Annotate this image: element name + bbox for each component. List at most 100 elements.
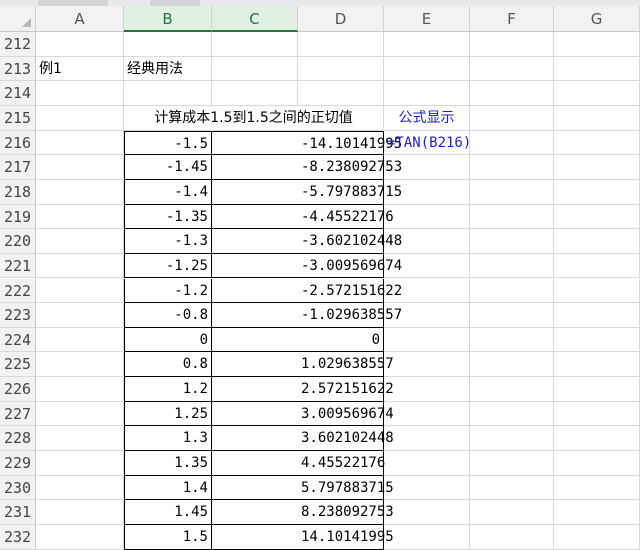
cell-a220[interactable] — [36, 229, 124, 254]
cell-g218[interactable] — [554, 179, 640, 205]
cell-g220[interactable] — [554, 229, 640, 254]
cell-b213[interactable]: 经典用法 — [124, 56, 212, 82]
cell-b219[interactable]: -1.35 — [124, 204, 212, 230]
cell-f222[interactable] — [470, 278, 554, 304]
cell-f213[interactable] — [470, 56, 554, 82]
cell-g216[interactable] — [554, 130, 640, 156]
cell-d213[interactable] — [298, 56, 384, 82]
cell-f216[interactable] — [470, 130, 554, 156]
cell-f229[interactable] — [470, 451, 554, 476]
cell-d227[interactable]: 3.009569674 — [298, 401, 394, 427]
cell-b215[interactable]: 计算成本1.5到1.5之间的正切值 — [124, 105, 384, 131]
cell-a219[interactable] — [36, 204, 124, 230]
cell-d212[interactable] — [298, 32, 384, 57]
cell-f230[interactable] — [470, 475, 554, 501]
cell-c217[interactable] — [212, 155, 298, 180]
cell-e225[interactable] — [384, 352, 470, 378]
cell-e215[interactable]: 公式显示 — [384, 105, 470, 131]
cell-g226[interactable] — [554, 377, 640, 402]
cell-e213[interactable] — [384, 56, 470, 82]
cell-d229[interactable]: 4.45522176 — [298, 451, 385, 476]
cell-c231[interactable] — [212, 500, 298, 525]
cell-e216[interactable]: =TAN(B216) — [384, 130, 471, 156]
cell-b222[interactable]: -1.2 — [124, 278, 212, 304]
cell-g214[interactable] — [554, 81, 640, 106]
cell-a213[interactable]: 例1 — [36, 56, 124, 82]
cell-f219[interactable] — [470, 204, 554, 230]
cell-f226[interactable] — [470, 377, 554, 402]
cell-d232[interactable]: 14.10141995 — [298, 525, 394, 550]
cell-b230[interactable]: 1.4 — [124, 475, 212, 501]
cell-b221[interactable]: -1.25 — [124, 253, 212, 279]
cell-e232[interactable] — [384, 525, 470, 550]
column-header-a[interactable]: A — [36, 6, 124, 32]
cell-a222[interactable] — [36, 278, 124, 304]
cell-d222[interactable]: -2.572151622 — [298, 278, 402, 304]
cell-b218[interactable]: -1.4 — [124, 179, 212, 205]
cell-g227[interactable] — [554, 401, 640, 427]
cell-d221[interactable]: -3.009569674 — [298, 253, 402, 279]
cell-a232[interactable] — [36, 525, 124, 550]
cell-g223[interactable] — [554, 303, 640, 328]
cell-d217[interactable]: -8.238092753 — [298, 155, 402, 180]
cell-e226[interactable] — [384, 377, 470, 402]
cell-e228[interactable] — [384, 426, 470, 452]
cell-e212[interactable] — [384, 32, 470, 57]
cell-f223[interactable] — [470, 303, 554, 328]
row-header[interactable]: 221 — [0, 253, 36, 279]
spreadsheet-grid[interactable]: A B C D E F G 212 213 例1 经典用法 214 215 计算成本1.5到1.5之间的正… — [0, 6, 640, 550]
cell-e222[interactable] — [384, 278, 470, 304]
cell-a231[interactable] — [36, 500, 124, 525]
cell-e229[interactable] — [384, 451, 470, 476]
cell-f228[interactable] — [470, 426, 554, 452]
cell-b231[interactable]: 1.45 — [124, 500, 212, 525]
cell-a225[interactable] — [36, 352, 124, 378]
row-header[interactable]: 222 — [0, 278, 36, 304]
cell-g231[interactable] — [554, 500, 640, 525]
cell-e221[interactable] — [384, 253, 470, 279]
cell-e230[interactable] — [384, 475, 470, 501]
cell-c219[interactable] — [212, 205, 298, 230]
cell-c212[interactable] — [212, 32, 298, 57]
cell-f232[interactable] — [470, 525, 554, 550]
cell-g217[interactable] — [554, 155, 640, 180]
cell-c222[interactable] — [212, 279, 298, 304]
cell-d231[interactable]: 8.238092753 — [298, 500, 394, 525]
cell-g213[interactable] — [554, 56, 640, 82]
cell-e214[interactable] — [384, 81, 470, 106]
cell-c216[interactable] — [212, 130, 298, 156]
column-header-c[interactable]: C — [212, 6, 298, 32]
cell-c232[interactable] — [212, 525, 298, 550]
cell-a221[interactable] — [36, 253, 124, 279]
row-header[interactable]: 224 — [0, 327, 36, 353]
cell-a224[interactable] — [36, 327, 124, 353]
cell-c230[interactable] — [212, 476, 298, 501]
cell-d220[interactable]: -3.602102448 — [298, 229, 402, 254]
cell-a215[interactable] — [36, 105, 124, 131]
cell-a216[interactable] — [36, 130, 124, 156]
cell-e218[interactable] — [384, 179, 470, 205]
cell-b223[interactable]: -0.8 — [124, 303, 212, 328]
cell-g222[interactable] — [554, 278, 640, 304]
cell-e217[interactable] — [384, 155, 470, 180]
row-header[interactable]: 216 — [0, 130, 36, 156]
cell-f231[interactable] — [470, 500, 554, 525]
cell-c223[interactable] — [212, 303, 298, 328]
cell-g224[interactable] — [554, 327, 640, 353]
cell-f218[interactable] — [470, 179, 554, 205]
cell-a218[interactable] — [36, 179, 124, 205]
cell-d219[interactable]: -4.45522176 — [298, 204, 394, 230]
column-header-d[interactable]: D — [298, 6, 384, 32]
cell-a227[interactable] — [36, 401, 124, 427]
cell-e231[interactable] — [384, 500, 470, 525]
cell-f215[interactable] — [470, 105, 554, 131]
cell-g212[interactable] — [554, 32, 640, 57]
cell-f217[interactable] — [470, 155, 554, 180]
cell-b214[interactable] — [124, 81, 212, 106]
cell-a212[interactable] — [36, 32, 124, 57]
cell-g228[interactable] — [554, 426, 640, 452]
cell-g221[interactable] — [554, 253, 640, 279]
cell-d228[interactable]: 3.602102448 — [298, 426, 394, 452]
row-header[interactable]: 232 — [0, 525, 36, 550]
cell-c221[interactable] — [212, 254, 298, 279]
